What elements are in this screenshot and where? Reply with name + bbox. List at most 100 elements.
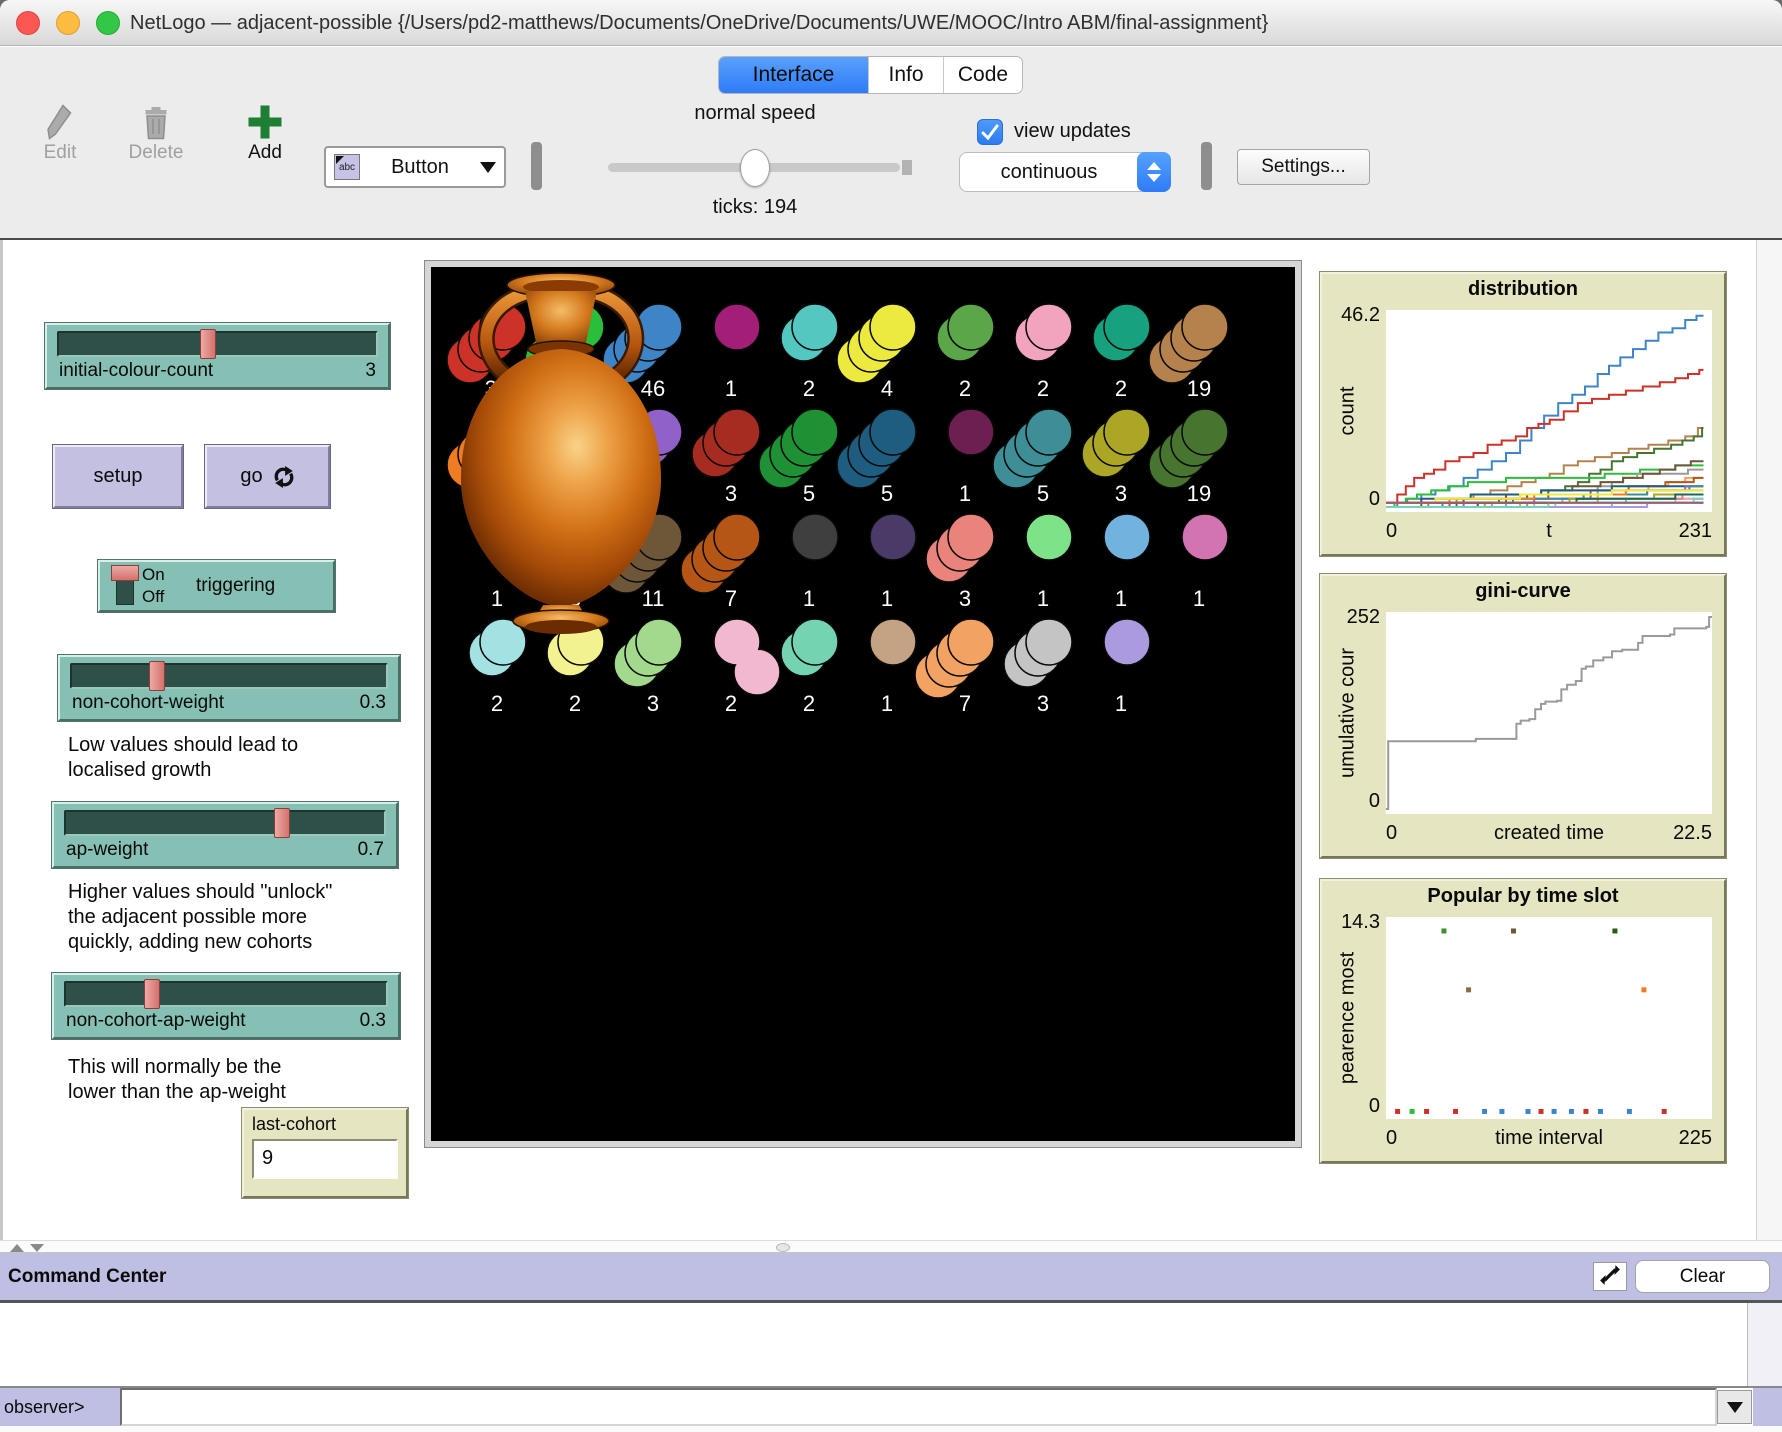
y-max-label: 14.3: [1324, 911, 1380, 934]
view-updates-checkbox[interactable]: [977, 119, 1003, 145]
window-title: NetLogo — adjacent-possible {/Users/pd2-…: [130, 0, 1268, 46]
clear-button[interactable]: Clear: [1635, 1260, 1770, 1293]
add-button[interactable]: Add: [236, 100, 294, 164]
tab-code[interactable]: Code: [944, 57, 1022, 93]
zoom-window-button[interactable]: [96, 11, 120, 35]
ticks-counter: ticks: 194: [630, 196, 880, 219]
edit-button[interactable]: Edit: [28, 100, 92, 164]
x-max-label: 225: [1386, 1127, 1712, 1150]
amphora-image: [431, 267, 691, 635]
slider-non-cohort-ap-weight: non-cohort-ap-weight0.3: [52, 973, 400, 1039]
detach-button[interactable]: [1593, 1262, 1627, 1291]
y-min-label: 0: [1324, 1095, 1380, 1118]
check-icon: [978, 120, 1002, 144]
slider-initial-colour-count: initial-colour-count3: [45, 323, 390, 389]
dropdown-arrow-icon: [1727, 1402, 1743, 1413]
switch-knob[interactable]: [111, 565, 139, 581]
toolbar-separator: [531, 142, 542, 190]
svg-text:1: 1: [803, 586, 815, 611]
window-bottom-edge: [0, 1426, 1782, 1432]
update-mode-value: continuous: [960, 161, 1138, 184]
tab-info[interactable]: Info: [869, 57, 944, 93]
speed-slider-label: normal speed: [630, 102, 880, 125]
y-min-label: 0: [1324, 488, 1380, 511]
add-label: Add: [236, 142, 294, 164]
title-bar: NetLogo — adjacent-possible {/Users/pd2-…: [0, 0, 1782, 46]
widget-type-dropdown[interactable]: abc Button: [324, 146, 506, 188]
diagonal-arrows-icon: [1599, 1263, 1621, 1287]
slider-handle[interactable]: [200, 329, 216, 359]
y-max-label: 252: [1324, 606, 1380, 629]
slider-track[interactable]: [64, 810, 386, 836]
collapse-up-icon[interactable]: [10, 1244, 24, 1252]
plus-icon: [247, 102, 283, 142]
triggering-switch[interactable]: On Off triggering: [98, 560, 335, 612]
delete-button[interactable]: Delete: [118, 100, 194, 164]
plot-title: distribution: [1322, 278, 1724, 301]
svg-text:3: 3: [725, 481, 737, 506]
last-cohort-monitor: last-cohort 9: [242, 1108, 408, 1198]
edit-label: Edit: [28, 142, 92, 164]
button-widget-icon: abc: [334, 154, 360, 180]
observer-prompt: observer>: [0, 1388, 120, 1426]
svg-text:3: 3: [1037, 691, 1049, 716]
slider-label: ap-weight: [66, 839, 148, 861]
canvas-edge: [0, 240, 3, 1240]
toolbar-area: Interface Info Code Edit Delete: [0, 47, 1782, 238]
update-mode-dropdown[interactable]: continuous: [959, 152, 1171, 192]
canvas-scrollbar[interactable]: [1756, 240, 1782, 1240]
pencil-icon: [42, 102, 78, 142]
delete-label: Delete: [118, 142, 194, 164]
switch-on-label: On: [142, 564, 165, 586]
note-non-cohort-ap-weight: This will normally be the lower than the…: [68, 1055, 408, 1105]
x-max-label: 22.5: [1386, 822, 1712, 845]
world-view-frame: 3310461242221949535515319131171131112232…: [424, 260, 1302, 1148]
svg-text:2: 2: [1115, 376, 1127, 401]
history-dropdown-button[interactable]: [1717, 1390, 1752, 1424]
monitor-label: last-cohort: [252, 1114, 398, 1135]
tab-interface[interactable]: Interface: [719, 57, 869, 93]
speed-slider-thumb[interactable]: [740, 149, 770, 187]
y-max-label: 46.2: [1324, 304, 1380, 327]
command-center-splitter[interactable]: [0, 1240, 1782, 1253]
svg-text:2: 2: [491, 691, 503, 716]
y-axis-label: umulative cour: [1337, 648, 1360, 778]
minimize-window-button[interactable]: [56, 11, 80, 35]
svg-text:3: 3: [959, 586, 971, 611]
speed-slider-end: [902, 160, 912, 175]
plot-distribution: distribution 46.2 0 count 0 t 231: [1320, 272, 1726, 556]
widget-type-value: Button: [360, 156, 480, 179]
note-ap-weight: Higher values should "unlock" the adjace…: [68, 880, 428, 955]
close-window-button[interactable]: [16, 11, 40, 35]
splitter-grip[interactable]: [776, 1243, 790, 1252]
netlogo-window: NetLogo — adjacent-possible {/Users/pd2-…: [0, 0, 1782, 1432]
plot-popular-by-time-slot: Popular by time slot 14.3 0 pearence mos…: [1320, 879, 1726, 1163]
settings-button[interactable]: Settings...: [1237, 149, 1370, 185]
slider-track[interactable]: [70, 663, 388, 689]
svg-text:1: 1: [959, 481, 971, 506]
slider-handle[interactable]: [144, 979, 160, 1009]
stepper-icon: [1137, 152, 1171, 192]
command-center-title: Command Center: [8, 1253, 166, 1300]
slider-track[interactable]: [57, 331, 378, 357]
collapse-down-icon[interactable]: [30, 1244, 44, 1252]
command-input[interactable]: [120, 1388, 1717, 1426]
y-axis-label: pearence most: [1337, 952, 1360, 1084]
slider-handle[interactable]: [274, 808, 290, 838]
input-row-end: [1753, 1388, 1782, 1426]
slider-track[interactable]: [64, 981, 388, 1007]
world-view[interactable]: 3310461242221949535515319131171131112232…: [431, 267, 1295, 1141]
svg-text:4: 4: [881, 376, 893, 401]
output-scrollbar[interactable]: [1747, 1303, 1782, 1386]
slider-label: initial-colour-count: [59, 360, 213, 382]
go-button[interactable]: go: [205, 445, 330, 508]
x-max-label: 231: [1386, 520, 1712, 543]
slider-label: non-cohort-weight: [72, 692, 224, 714]
svg-text:2: 2: [803, 691, 815, 716]
setup-button[interactable]: setup: [53, 445, 183, 508]
command-center-output[interactable]: [0, 1303, 1782, 1386]
trash-icon: [141, 102, 171, 142]
slider-handle[interactable]: [149, 661, 165, 691]
go-label: go: [240, 465, 262, 488]
plot-area: [1386, 917, 1712, 1119]
